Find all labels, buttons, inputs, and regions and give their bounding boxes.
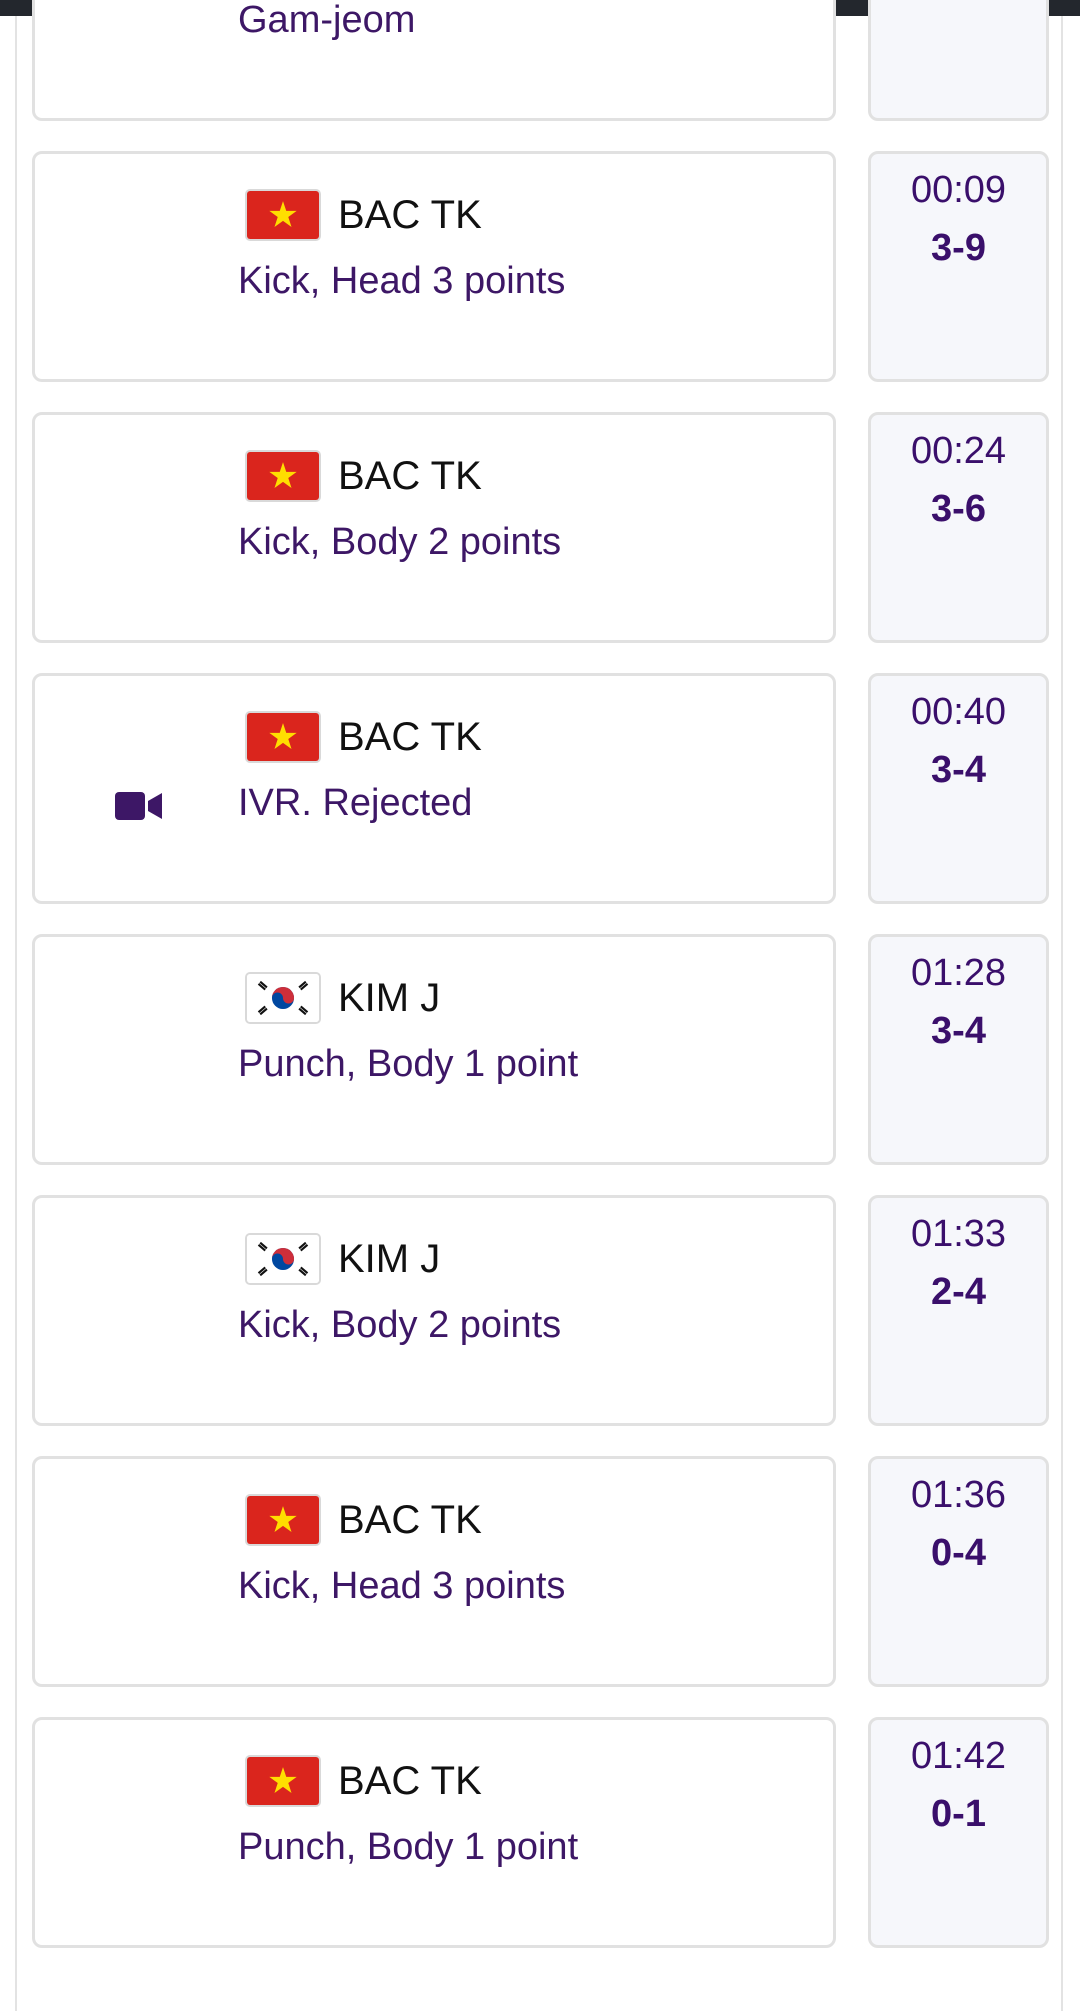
event-time-box: 00:09 3-9 [868,151,1049,382]
vietnam-flag-icon [245,711,321,763]
vietnam-flag-icon [245,1494,321,1546]
event-score: 3-6 [931,488,986,530]
event-score: 3-4 [931,749,986,791]
vietnam-flag-icon [245,189,321,241]
event-action: Kick, Head 3 points [238,260,566,302]
athlete-name: BAC TK [338,193,482,237]
vietnam-flag-icon [245,1755,321,1807]
event-time-box: 00:00 4-9 [868,0,1049,121]
event-time-box: 00:40 3-4 [868,673,1049,904]
event-time: 00:09 [910,169,1007,211]
event-time: 01:28 [910,952,1007,994]
event-time-box: 01:42 0-1 [868,1717,1049,1948]
event-score: 0-4 [931,1532,986,1574]
athlete-name: BAC TK [338,454,482,498]
vietnam-flag-icon [245,450,321,502]
event-time: 01:36 [910,1474,1007,1516]
event-time-box: 01:33 2-4 [868,1195,1049,1426]
event-card[interactable]: BAC TK Punch, Body 1 point [32,1717,836,1948]
event-card[interactable]: BAC TK IVR. Rejected [32,673,836,904]
south-korea-flag-icon [245,1233,321,1285]
event-card[interactable]: KIM J Punch, Body 1 point [32,934,836,1165]
event-time: 01:42 [910,1735,1007,1777]
event-time-box: 01:28 3-4 [868,934,1049,1165]
event-score: 0-1 [931,1793,986,1835]
event-action: Punch, Body 1 point [238,1043,579,1085]
event-card[interactable]: BAC TK Kick, Head 3 points [32,1456,836,1687]
athlete-name: BAC TK [338,1759,482,1803]
event-score: 3-4 [931,1010,986,1052]
event-score: 4-9 [871,0,1046,9]
athlete-name: KIM J [338,1237,441,1281]
event-score: 3-9 [931,227,986,269]
event-card[interactable]: BAC TK Kick, Body 2 points [32,412,836,643]
event-action: Punch, Body 1 point [238,1826,579,1868]
event-action: Kick, Body 2 points [238,1304,562,1346]
event-card[interactable]: KIM J Kick, Body 2 points [32,1195,836,1426]
event-score: 2-4 [931,1271,986,1313]
athlete-name: BAC TK [338,715,482,759]
event-card[interactable]: BAC TK Gam-jeom [32,0,836,121]
event-time: 00:24 [910,430,1007,472]
south-korea-flag-icon [245,972,321,1024]
event-time: 00:40 [910,691,1007,733]
athlete-name: BAC TK [338,1498,482,1542]
event-action: Kick, Body 2 points [238,521,562,563]
event-action: Gam-jeom [238,0,416,41]
event-action: IVR. Rejected [238,782,473,824]
event-time: 01:33 [910,1213,1007,1255]
event-time-box: 00:24 3-6 [868,412,1049,643]
video-camera-icon [115,790,163,822]
athlete-name: KIM J [338,976,441,1020]
event-card[interactable]: BAC TK Kick, Head 3 points [32,151,836,382]
event-time-box: 01:36 0-4 [868,1456,1049,1687]
event-action: Kick, Head 3 points [238,1565,566,1607]
match-event-list: BAC TK Gam-jeom 00:00 4-9 BAC TK Kick, H… [0,0,1080,2011]
